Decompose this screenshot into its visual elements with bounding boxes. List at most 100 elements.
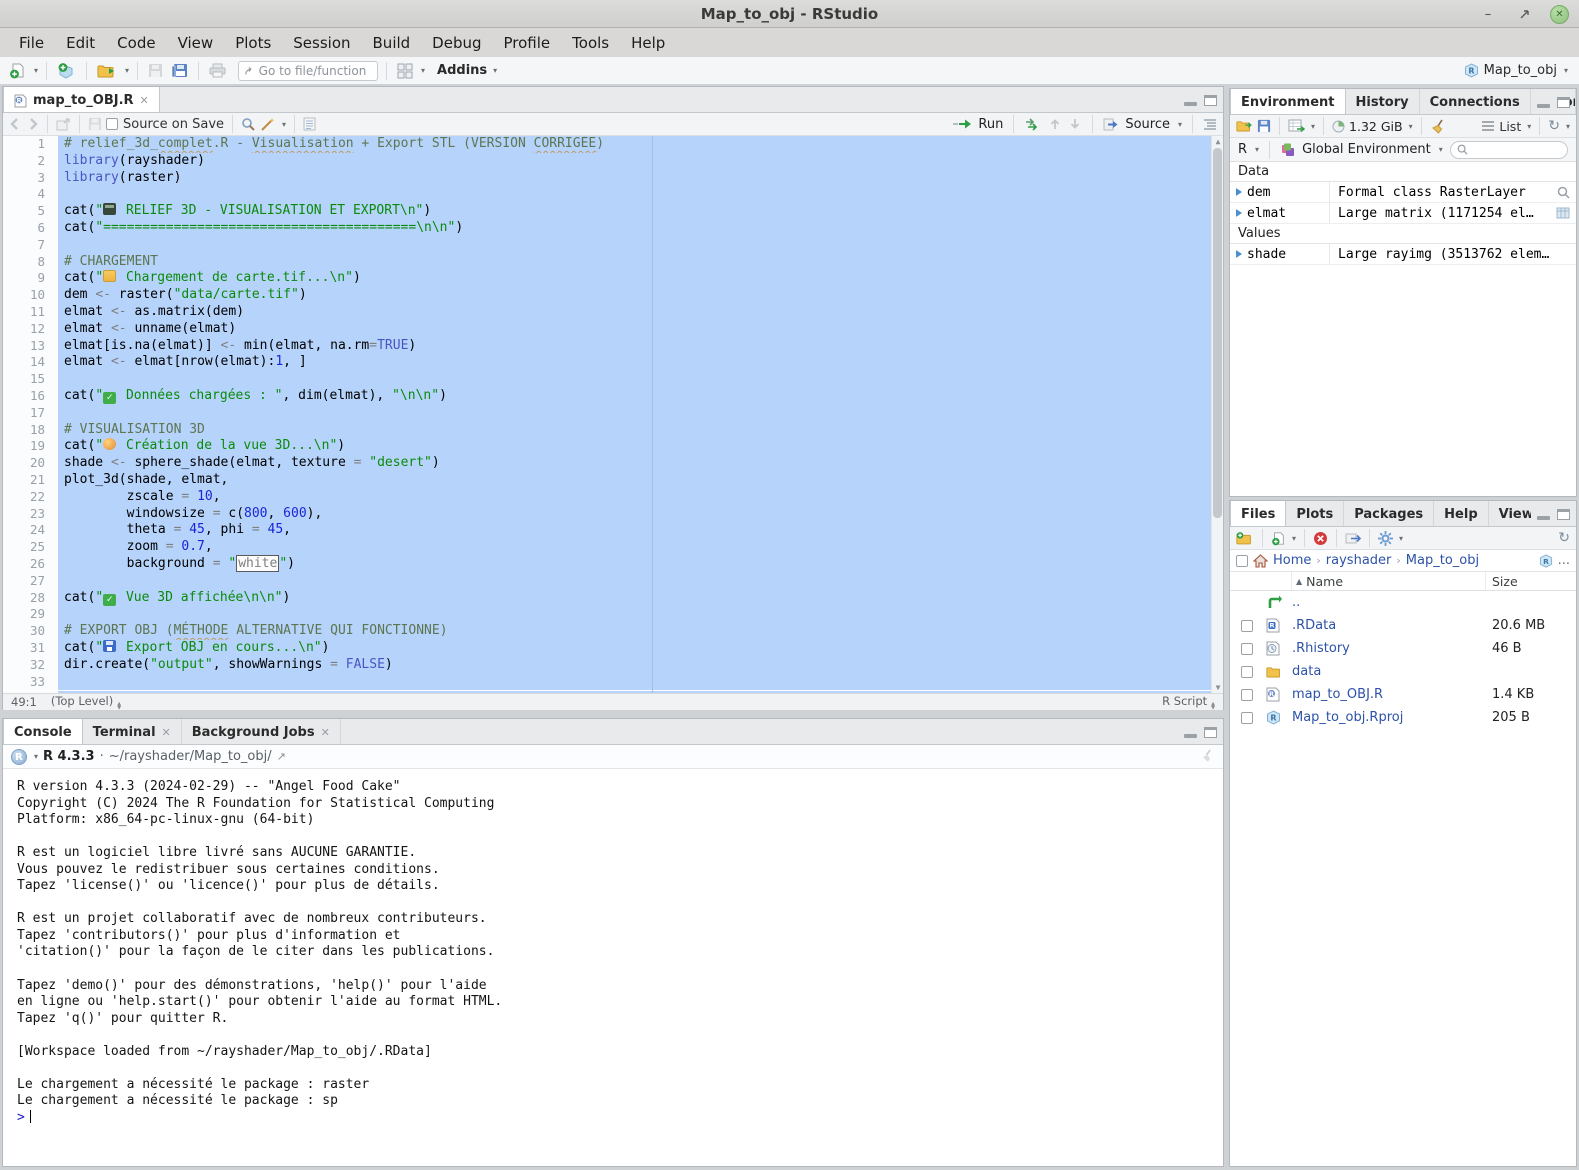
file-link[interactable]: .RData: [1292, 618, 1336, 633]
addins-dropdown[interactable]: ▾: [493, 66, 497, 75]
new-file-dropdown[interactable]: ▾: [1292, 534, 1296, 543]
breadcrumb-map-to-obj[interactable]: Map_to_obj: [1406, 553, 1479, 568]
checkbox-icon[interactable]: [106, 118, 118, 130]
code-line[interactable]: 14elmat <- elmat[nrow(elmat):1, ]: [3, 354, 1223, 371]
file-checkbox[interactable]: [1241, 666, 1253, 678]
expand-object-icon[interactable]: [1236, 188, 1242, 196]
scroll-up-icon[interactable]: ▲: [1212, 136, 1223, 147]
menu-profile[interactable]: Profile: [493, 31, 562, 55]
minimize-pane-icon[interactable]: [1537, 104, 1550, 108]
code-line[interactable]: 18# VISUALISATION 3D: [3, 422, 1223, 439]
import-dataset-dropdown[interactable]: ▾: [1311, 122, 1315, 131]
environment-object-row[interactable]: demFormal class RasterLayer: [1230, 182, 1576, 203]
save-all-button[interactable]: [169, 60, 190, 82]
title-bar[interactable]: Map_to_obj - RStudio – ✕: [0, 0, 1579, 28]
new-file-dropdown[interactable]: ▾: [34, 66, 38, 75]
save-button[interactable]: [146, 60, 165, 82]
code-line[interactable]: 33: [3, 674, 1223, 691]
code-line[interactable]: 20shade <- sphere_shade(elmat, texture =…: [3, 455, 1223, 472]
code-line[interactable]: 12elmat <- unname(elmat): [3, 321, 1223, 338]
load-workspace-icon[interactable]: [1236, 119, 1253, 133]
restore-icon[interactable]: [1514, 4, 1534, 24]
print-button[interactable]: [207, 60, 228, 82]
tab-terminal[interactable]: Terminal✕: [83, 719, 182, 745]
menu-tools[interactable]: Tools: [561, 31, 620, 55]
open-file-button[interactable]: [95, 60, 119, 82]
sort-by-size[interactable]: Size: [1486, 574, 1576, 589]
code-line[interactable]: 32dir.create("output", showWarnings = FA…: [3, 657, 1223, 674]
code-line[interactable]: 1# relief_3d_complet.R - Visualisation +…: [3, 136, 1223, 153]
code-line[interactable]: 30# EXPORT OBJ (MÉTHODE ALTERNATIVE QUI …: [3, 623, 1223, 640]
scrollbar-thumb[interactable]: [1213, 148, 1222, 518]
code-line[interactable]: 27: [3, 573, 1223, 590]
code-line[interactable]: 11elmat <- as.matrix(dem): [3, 304, 1223, 321]
compile-report-icon[interactable]: [303, 117, 316, 131]
expand-object-icon[interactable]: [1236, 209, 1242, 217]
code-line[interactable]: 15: [3, 371, 1223, 388]
open-dir-icon[interactable]: ↗: [277, 750, 286, 763]
document-outline-icon[interactable]: [1203, 118, 1217, 130]
console-output[interactable]: R version 4.3.3 (2024-02-29) -- "Angel F…: [3, 769, 1223, 1126]
list-view-dropdown[interactable]: ▾: [1527, 122, 1531, 131]
menu-help[interactable]: Help: [620, 31, 676, 55]
minimize-pane-icon[interactable]: [1184, 102, 1197, 106]
select-all-checkbox[interactable]: [1236, 555, 1248, 567]
rename-file-icon[interactable]: [1345, 532, 1361, 545]
scope-dropdown[interactable]: ▾: [1439, 145, 1443, 154]
tab-plots[interactable]: Plots: [1286, 501, 1344, 527]
clear-environment-broom-icon[interactable]: [1430, 119, 1446, 134]
memory-usage[interactable]: 1.32 GiB: [1349, 119, 1403, 134]
close-tab-icon[interactable]: ✕: [140, 94, 149, 107]
file-link[interactable]: .Rhistory: [1292, 641, 1350, 656]
code-line[interactable]: 10dem <- raster("data/carte.tif"): [3, 287, 1223, 304]
home-icon[interactable]: [1253, 554, 1268, 568]
menu-view[interactable]: View: [167, 31, 225, 55]
language-dropdown[interactable]: ▾: [1255, 145, 1259, 154]
code-line[interactable]: 5cat(" RELIEF 3D - VISUALISATION ET EXPO…: [3, 203, 1223, 220]
tab-connections[interactable]: Connections: [1420, 89, 1531, 115]
minimize-pane-icon[interactable]: [1184, 734, 1197, 738]
code-line[interactable]: 2library(rayshader): [3, 153, 1223, 170]
project-chooser[interactable]: R Map_to_obj ▾: [1464, 63, 1572, 78]
code-tools-wand-icon[interactable]: [260, 117, 276, 132]
code-line[interactable]: 23 windowsize = c(800, 600),: [3, 506, 1223, 523]
code-line[interactable]: 24 theta = 45, phi = 45,: [3, 522, 1223, 539]
editor-scrollbar[interactable]: ▲ ▼: [1211, 136, 1223, 693]
tab-history[interactable]: History: [1346, 89, 1420, 115]
code-line[interactable]: 4: [3, 186, 1223, 203]
tab-files[interactable]: Files: [1230, 501, 1286, 527]
code-editor[interactable]: 1# relief_3d_complet.R - Visualisation +…: [3, 136, 1223, 693]
menu-file[interactable]: File: [8, 31, 55, 55]
tab-packages[interactable]: Packages: [1344, 501, 1434, 527]
code-line[interactable]: 22 zscale = 10,: [3, 489, 1223, 506]
menu-edit[interactable]: Edit: [55, 31, 106, 55]
file-link[interactable]: map_to_OBJ.R: [1292, 687, 1383, 702]
breadcrumb-rayshader[interactable]: rayshader: [1326, 553, 1392, 568]
code-line[interactable]: 21plot_3d(shade, elmat,: [3, 472, 1223, 489]
run-button[interactable]: Run: [978, 117, 1003, 132]
code-line[interactable]: 17: [3, 405, 1223, 422]
r-language-selector[interactable]: R: [1238, 142, 1247, 157]
delete-file-icon[interactable]: [1313, 531, 1328, 546]
go-to-previous-icon[interactable]: [1048, 117, 1062, 131]
code-line[interactable]: 29: [3, 606, 1223, 623]
close-tab-icon[interactable]: ✕: [321, 726, 330, 739]
code-line[interactable]: 26 background = "white"): [3, 556, 1223, 573]
file-link[interactable]: ..: [1292, 595, 1300, 610]
file-link[interactable]: data: [1292, 664, 1321, 679]
refresh-environment-icon[interactable]: ↻: [1548, 118, 1560, 134]
environment-scope-selector[interactable]: Global Environment: [1302, 142, 1431, 157]
save-file-icon[interactable]: [88, 117, 102, 131]
back-icon[interactable]: [9, 118, 22, 130]
new-blank-file-icon[interactable]: [1271, 531, 1286, 546]
tab-console[interactable]: Console: [3, 719, 83, 745]
menu-session[interactable]: Session: [282, 31, 361, 55]
tab-help[interactable]: Help: [1434, 501, 1488, 527]
go-to-directory-button[interactable]: ...: [1558, 553, 1570, 568]
save-workspace-icon[interactable]: [1257, 119, 1271, 133]
source-button[interactable]: Source: [1125, 117, 1170, 132]
clear-console-icon[interactable]: [1200, 749, 1215, 764]
source-dropdown[interactable]: ▾: [1178, 120, 1182, 129]
environment-search[interactable]: [1450, 141, 1568, 159]
code-line[interactable]: 28cat(" Vue 3D affichée\n\n"): [3, 590, 1223, 607]
